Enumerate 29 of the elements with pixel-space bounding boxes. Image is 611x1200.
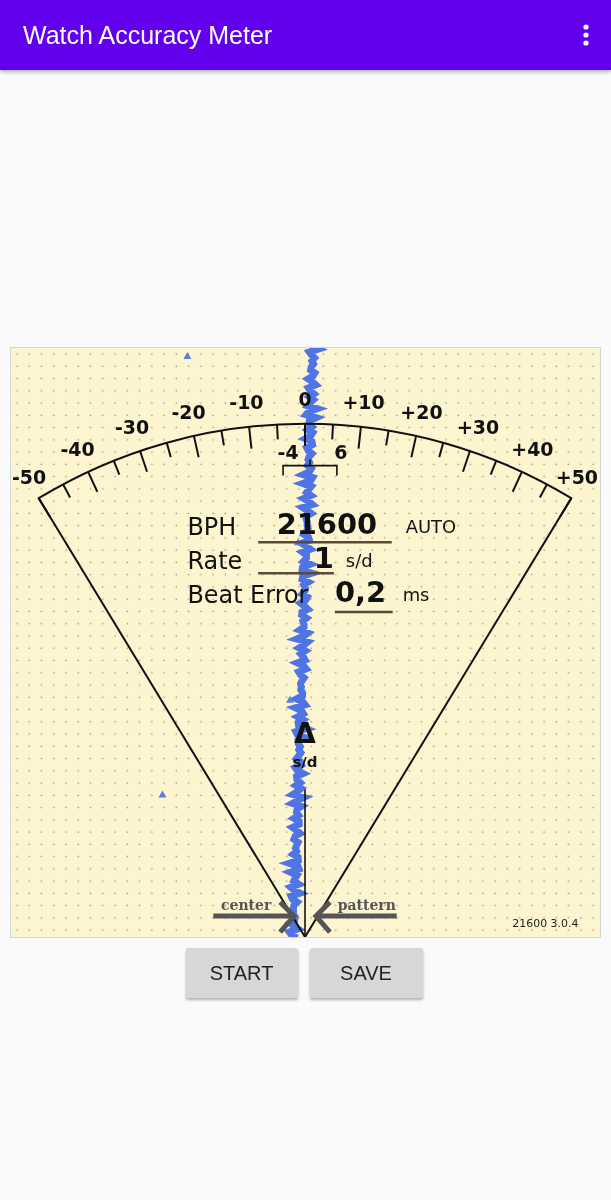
- scale-label: -10: [229, 391, 264, 413]
- save-button[interactable]: SAVE: [309, 948, 423, 998]
- left-arrow-icon: [312, 900, 397, 934]
- scale-label: -20: [171, 400, 206, 423]
- center-label: center: [221, 897, 272, 914]
- scale-label: +10: [342, 391, 385, 413]
- scale-label: -50: [12, 465, 47, 488]
- version-label: 21600 3.0.4: [512, 917, 579, 931]
- scale-label: +20: [400, 400, 443, 423]
- value-underline: [334, 610, 393, 614]
- scale-label: -40: [60, 438, 95, 461]
- readout-unit: ms: [402, 584, 430, 606]
- scale-label: -30: [114, 416, 150, 439]
- menu-icon[interactable]: [583, 24, 589, 46]
- app-title: Watch Accuracy Meter: [23, 20, 273, 50]
- right-arrow-icon: [213, 900, 298, 934]
- scale-label: +40: [511, 438, 554, 461]
- readout-unit: s/d: [345, 550, 373, 572]
- readout-unit: AUTO: [405, 516, 457, 538]
- start-button[interactable]: START: [185, 948, 298, 998]
- readout-label: BPH: [187, 513, 237, 542]
- readout-value: 1: [313, 541, 334, 576]
- pattern-label: pattern: [337, 897, 396, 914]
- readout-label: Rate: [187, 547, 243, 576]
- readout-value: 0,2: [334, 575, 387, 610]
- scale-label: -4: [277, 440, 299, 463]
- scale-label: +30: [456, 416, 500, 439]
- scale-label: 6: [334, 440, 348, 463]
- scale-label: +50: [555, 465, 598, 488]
